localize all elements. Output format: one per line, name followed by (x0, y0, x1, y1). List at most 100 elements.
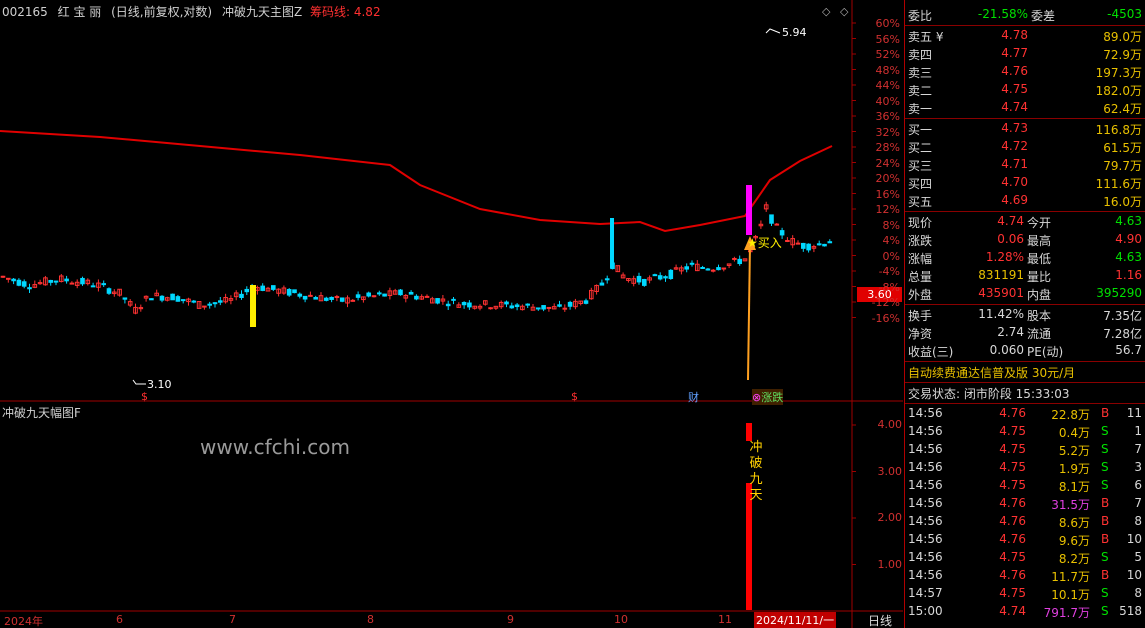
finance-marker-1[interactable]: $ (141, 390, 148, 403)
candle-body (737, 258, 743, 265)
candle-body (90, 285, 96, 288)
candle-body (451, 298, 456, 301)
info-row[interactable]: 换手 11.42% 股本 7.35亿 (905, 306, 1145, 324)
stat-row[interactable]: 总量 831191 量比 1.16 (905, 267, 1145, 285)
candle-body (774, 223, 780, 226)
bid-label: 买四 (908, 177, 933, 191)
candle-body (827, 241, 833, 244)
info-value: 0.060 (989, 343, 1024, 357)
trade-status-row[interactable]: 交易状态: 闭市阶段 15:33:03 (905, 384, 1145, 402)
info-row[interactable]: 收益(三) 0.060 PE(动) 56.7 (905, 342, 1145, 360)
ask-price: 4.76 (1001, 64, 1028, 78)
candle-body (461, 302, 467, 306)
candle-body (435, 298, 440, 304)
ask-level-row[interactable]: 卖三 4.76 197.3万 (905, 63, 1145, 81)
tick-row[interactable]: 15:00 4.74 791.7万 S 518 (905, 603, 1145, 621)
bid-level-row[interactable]: 买四 4.70 111.6万 (905, 174, 1145, 192)
tick-row[interactable]: 14:56 4.75 8.2万 S 5 (905, 549, 1145, 567)
bid-level-row[interactable]: 买五 4.69 16.0万 (905, 192, 1145, 210)
bid-level-row[interactable]: 买一 4.73 116.8万 (905, 120, 1145, 138)
low-price-label: 3.10 (147, 378, 172, 391)
buy-signal-label: 买入 (757, 236, 782, 250)
finance-report-marker[interactable]: 财 (688, 389, 699, 405)
tick-price: 4.75 (999, 442, 1026, 456)
ask-label: 卖二 (908, 84, 933, 98)
tick-row[interactable]: 14:56 4.75 5.2万 S 7 (905, 441, 1145, 459)
info-row[interactable]: 净资 2.74 流通 7.28亿 (905, 324, 1145, 342)
bid-label: 买二 (908, 141, 933, 155)
ask-volume: 182.0万 (1095, 84, 1142, 98)
tick-time: 14:56 (908, 406, 943, 420)
candle-body (467, 302, 472, 308)
panel-separator (905, 25, 1145, 26)
trade-status: 交易状态: 闭市阶段 15:33:03 (908, 387, 1070, 401)
tick-row[interactable]: 14:56 4.76 8.6万 B 8 (905, 513, 1145, 531)
ask-level-row[interactable]: 卖四 4.77 72.9万 (905, 45, 1145, 63)
candle-body (339, 297, 345, 302)
kline-chart-area[interactable]: 002165 红 宝 丽 (日线,前复权,对数) 冲破九天主图Z 筹码线: 4.… (0, 0, 903, 628)
info-label-2: PE(动) (1027, 345, 1064, 359)
stat-row[interactable]: 现价 4.74 今开 4.63 (905, 213, 1145, 231)
percent-tick: 32% (875, 125, 900, 139)
tick-row[interactable]: 14:56 4.76 31.5万 B 7 (905, 495, 1145, 513)
candle-body (48, 279, 54, 283)
tick-row[interactable]: 14:57 4.75 10.1万 S 8 (905, 585, 1145, 603)
main-indicator-name[interactable]: 冲破九天主图Z (222, 5, 302, 19)
bid-level-row[interactable]: 买三 4.71 79.7万 (905, 156, 1145, 174)
candle-body (732, 257, 737, 260)
ask-level-row[interactable]: 卖五 ¥ 4.78 89.0万 (905, 27, 1145, 45)
candle-body (16, 279, 22, 286)
candle-body (239, 293, 244, 299)
candle-body (689, 262, 695, 265)
ask-price: 4.75 (1001, 82, 1028, 96)
tick-row[interactable]: 14:56 4.76 9.6万 B 10 (905, 531, 1145, 549)
tick-price: 4.74 (999, 604, 1026, 618)
percent-tick: -8% (878, 280, 900, 294)
ask-level-row[interactable]: 卖二 4.75 182.0万 (905, 81, 1145, 99)
limit-marker[interactable]: ⊗涨跌 (752, 389, 784, 405)
x-axis-label: 7 (229, 613, 236, 626)
percent-tick: 52% (875, 48, 900, 61)
tick-price: 4.75 (999, 460, 1026, 474)
period-button[interactable]: 日线 (868, 612, 892, 628)
candle-body (292, 289, 297, 294)
stat-value-2: 395290 (1096, 286, 1142, 300)
tick-row[interactable]: 14:56 4.75 0.4万 S 1 (905, 423, 1145, 441)
stat-value-2: 4.90 (1115, 232, 1142, 246)
stat-row[interactable]: 涨跌 0.06 最高 4.90 (905, 231, 1145, 249)
info-label: 净资 (908, 327, 933, 341)
tick-side: S (1101, 478, 1109, 492)
bid-volume: 16.0万 (1103, 195, 1142, 209)
percent-tick: 36% (875, 110, 900, 123)
candle-body (180, 299, 186, 302)
candle-body (286, 289, 292, 296)
tick-count: 6 (1134, 478, 1142, 492)
sub-axis-tick: 2.00 (877, 511, 903, 524)
bid-price: 4.72 (1001, 139, 1028, 153)
ask-level-row[interactable]: 卖一 4.74 62.4万 (905, 99, 1145, 117)
tick-price: 4.75 (999, 424, 1026, 438)
tick-row[interactable]: 14:56 4.75 8.1万 S 6 (905, 477, 1145, 495)
diamond-icon[interactable]: ◇ (822, 5, 830, 18)
tick-row[interactable]: 14:56 4.75 1.9万 S 3 (905, 459, 1145, 477)
tick-volume: 11.7万 (1051, 570, 1090, 584)
tick-volume: 8.1万 (1058, 480, 1090, 494)
candle-body (64, 278, 69, 282)
stat-label: 涨幅 (908, 252, 933, 266)
kline-svg[interactable] (0, 0, 903, 628)
stat-row[interactable]: 外盘 435901 内盘 395290 (905, 285, 1145, 303)
weibi-row[interactable]: 委比 -21.58% 委差 -4503 (905, 6, 1145, 24)
stock-code: 002165 (2, 5, 48, 19)
tick-count: 8 (1134, 586, 1142, 600)
high-price-label: 5.94 (782, 26, 807, 39)
tick-row[interactable]: 14:56 4.76 11.7万 B 10 (905, 567, 1145, 585)
bid-level-row[interactable]: 买二 4.72 61.5万 (905, 138, 1145, 156)
promo-banner[interactable]: 自动续费通达信普及版 30元/月 (905, 363, 1145, 381)
finance-marker-2[interactable]: $ (571, 390, 578, 403)
sub-indicator-name[interactable]: 冲破九天幅图F (2, 406, 81, 420)
tick-row[interactable]: 14:56 4.76 22.8万 B 11 (905, 405, 1145, 423)
candle-body (721, 267, 727, 270)
stat-row[interactable]: 涨幅 1.28% 最低 4.63 (905, 249, 1145, 267)
diamond-icon-2[interactable]: ◇ (840, 5, 848, 18)
candle-body (604, 278, 610, 281)
